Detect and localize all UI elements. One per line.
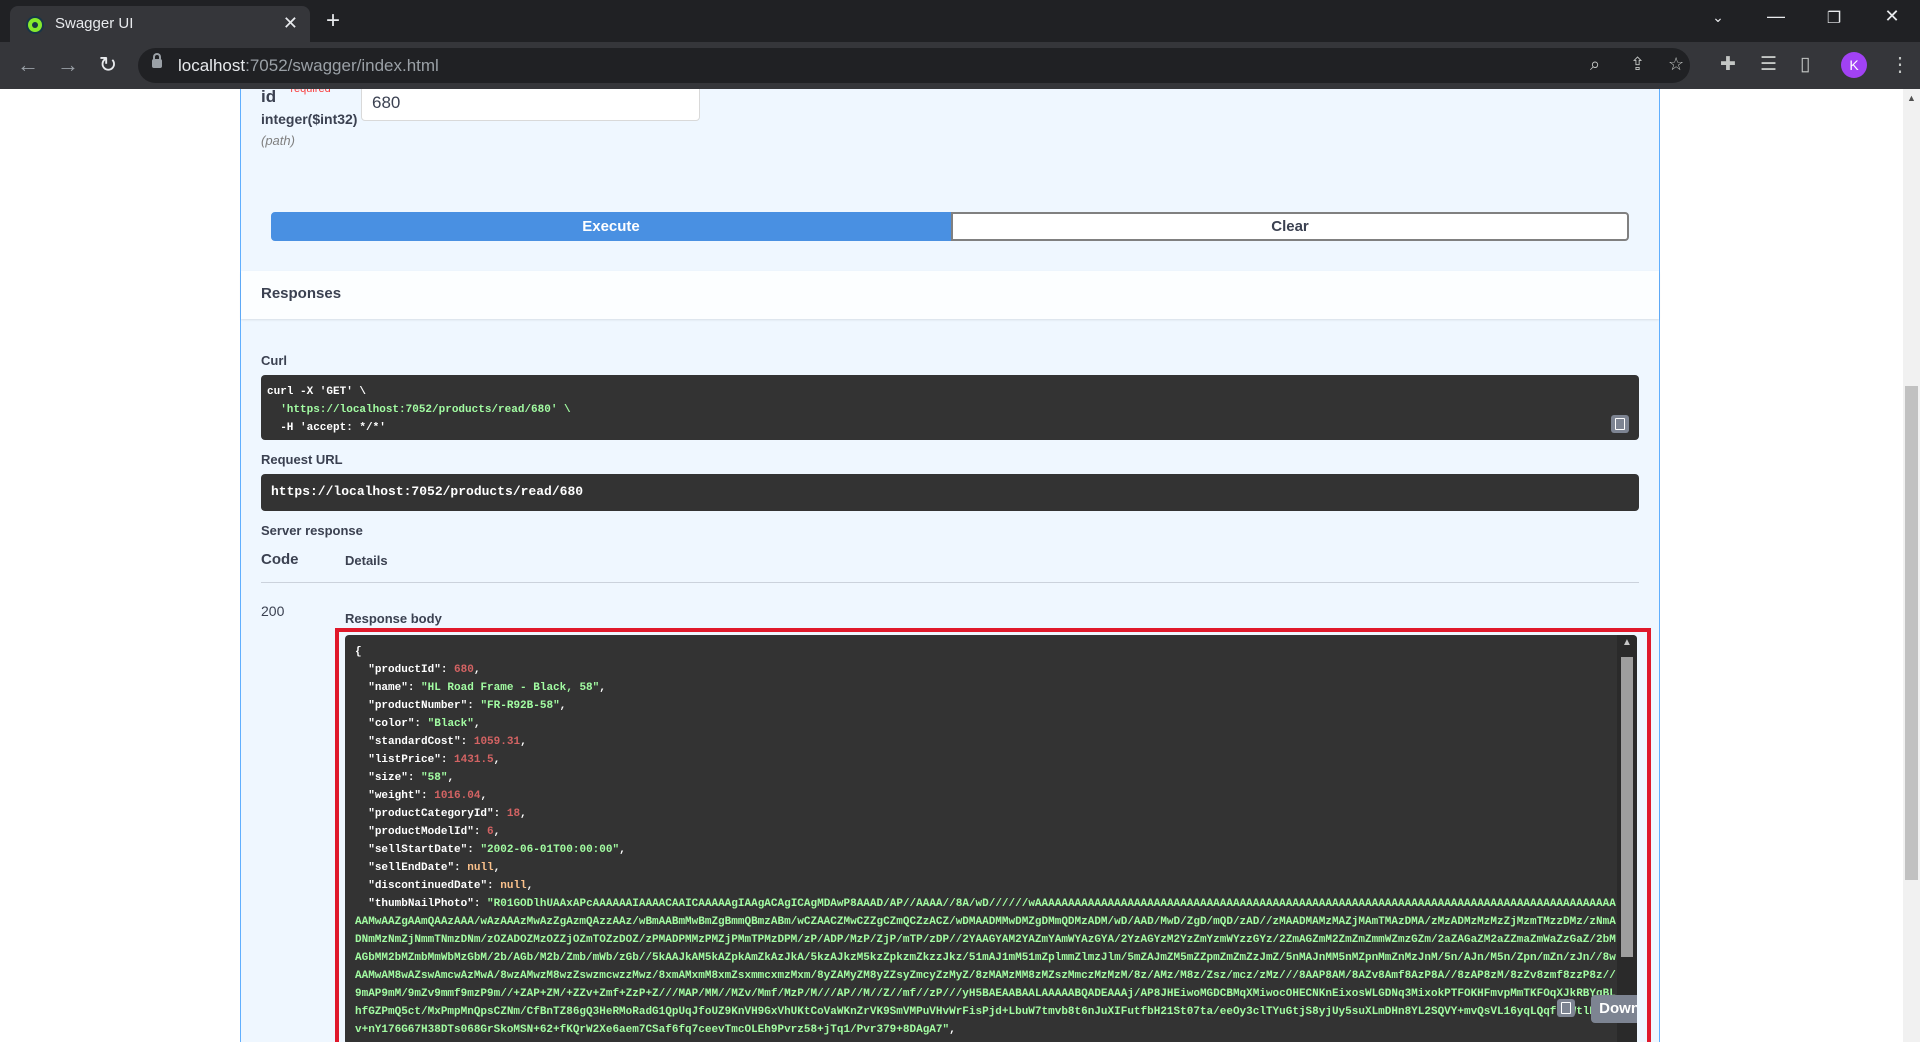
responses-header: Responses (241, 271, 1659, 319)
page-scroll-thumb[interactable] (1905, 386, 1918, 880)
operation-block-get: id * required integer($int32) (path) Exe… (240, 89, 1660, 1042)
execute-button[interactable]: Execute (271, 212, 951, 241)
copy-curl-icon[interactable] (1611, 415, 1629, 433)
media-control-icon[interactable]: ☰ (1760, 53, 1777, 76)
browser-menu-icon[interactable]: ⋮ (1890, 52, 1910, 77)
close-window-icon[interactable]: ✕ (1878, 6, 1906, 27)
code-column-header: Code (261, 551, 299, 568)
details-column-header: Details (345, 553, 388, 568)
share-icon[interactable]: ⇪ (1630, 54, 1645, 75)
parameter-name: id (261, 89, 277, 106)
swagger-favicon-icon (26, 16, 44, 34)
id-input[interactable] (361, 89, 700, 121)
browser-tab[interactable]: Swagger UI ✕ (10, 6, 310, 42)
new-tab-icon[interactable]: + (326, 7, 340, 35)
browser-tab-bar: Swagger UI ✕ + ⌄ — ❐ ✕ (0, 0, 1920, 42)
tab-title: Swagger UI (55, 15, 134, 32)
curl-command[interactable]: curl -X 'GET' \ 'https://localhost:7052/… (261, 375, 1639, 440)
restore-icon[interactable]: ❐ (1820, 8, 1848, 28)
response-highlight-box (335, 628, 1651, 1042)
back-icon[interactable]: ← (14, 52, 42, 78)
response-body-label: Response body (345, 611, 442, 626)
tab-search-icon[interactable]: ⌄ (1704, 9, 1732, 26)
zoom-icon[interactable]: ⌕ (1590, 54, 1600, 75)
request-url-label: Request URL (261, 452, 343, 467)
clear-button[interactable]: Clear (951, 212, 1629, 241)
page-scroll-up-icon[interactable]: ▲ (1907, 93, 1916, 103)
parameter-required: * required (283, 89, 331, 95)
reload-icon[interactable]: ↻ (94, 52, 122, 78)
address-bar[interactable]: localhost:7052/swagger/index.html ⌕ ⇪ ☆ (138, 48, 1690, 83)
profile-avatar[interactable]: K (1841, 52, 1867, 78)
bookmark-star-icon[interactable]: ☆ (1668, 54, 1684, 75)
minimize-icon[interactable]: — (1762, 6, 1790, 27)
server-response-label: Server response (261, 523, 363, 538)
request-url[interactable]: https://localhost:7052/products/read/680 (261, 474, 1639, 511)
parameter-type: integer($int32) (261, 111, 358, 127)
curl-label: Curl (261, 353, 287, 368)
page-viewport: id * required integer($int32) (path) Exe… (0, 89, 1903, 1042)
extensions-icon[interactable]: ✚ (1720, 53, 1736, 76)
responses-title: Responses (261, 285, 342, 302)
status-code: 200 (261, 603, 285, 619)
url-text: localhost:7052/swagger/index.html (178, 56, 439, 75)
page-scrollbar[interactable]: ▲ (1903, 89, 1920, 1042)
side-panel-icon[interactable]: ▯ (1800, 53, 1810, 76)
forward-icon[interactable]: → (54, 52, 82, 78)
response-table-header: Code Details (261, 541, 1639, 583)
lock-icon (152, 53, 162, 68)
parameter-location: (path) (261, 133, 295, 148)
close-tab-icon[interactable]: ✕ (283, 13, 298, 34)
browser-toolbar: ← → ↻ localhost:7052/swagger/index.html … (0, 42, 1920, 89)
